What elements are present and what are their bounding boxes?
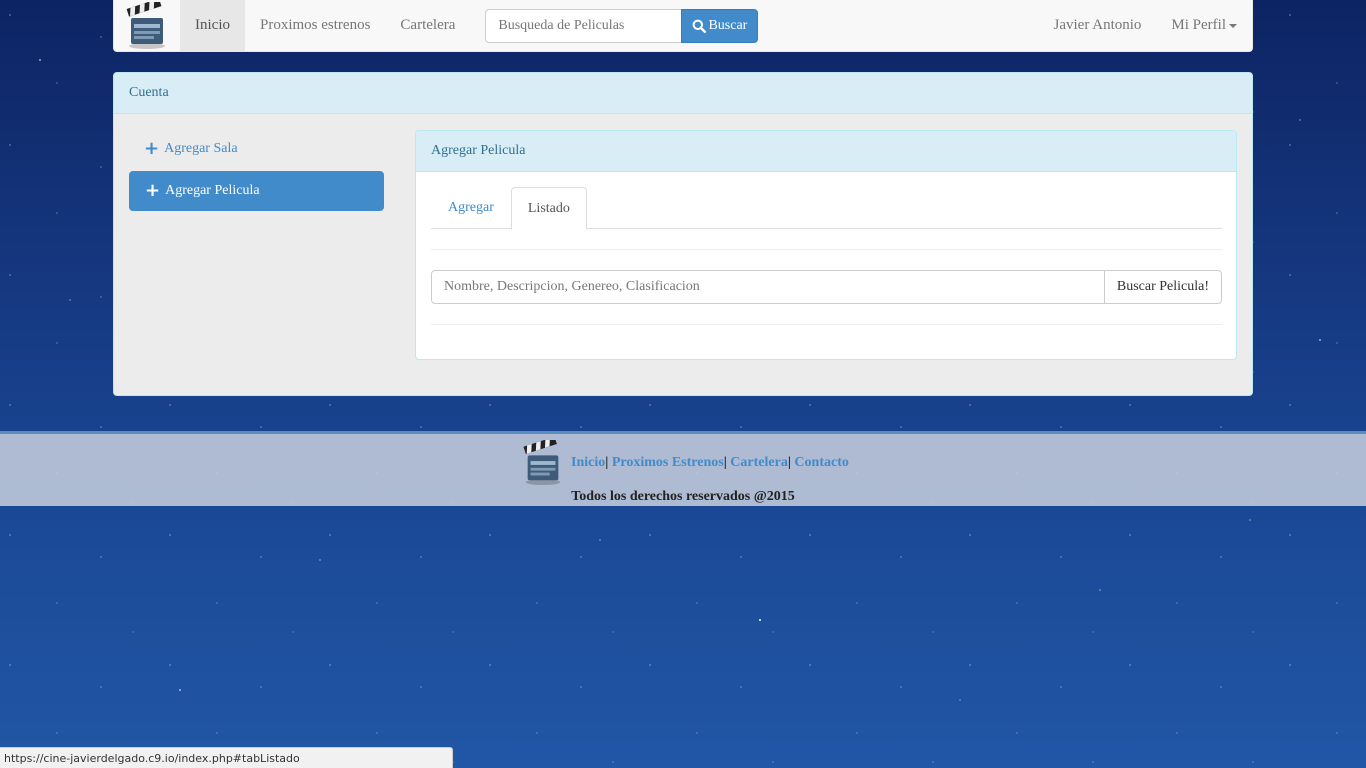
footer-link-inicio[interactable]: Inicio <box>571 455 605 471</box>
page-footer: Inicio | Proximos Estrenos | Cartelera |… <box>0 431 1366 506</box>
plus-icon: + <box>144 138 160 159</box>
browser-status-bar: https://cine-javierdelgado.c9.io/index.p… <box>0 747 453 768</box>
user-name-link[interactable]: Javier Antonio <box>1039 0 1157 51</box>
top-navbar: Inicio Proximos estrenos Cartelera Busca… <box>113 0 1253 52</box>
tab-listado[interactable]: Listado <box>510 187 587 230</box>
footer-separator: | <box>605 455 609 470</box>
clapperboard-icon <box>523 440 561 486</box>
copyright-text: Todos los derechos reservados @2015 <box>571 489 795 504</box>
sidebar-item-agregar-sala[interactable]: + Agregar Sala <box>129 129 384 169</box>
search-movie-button[interactable]: Buscar Pelicula! <box>1104 270 1222 304</box>
navbar-search-form: Buscar <box>485 8 759 43</box>
profile-dropdown[interactable]: Mi Perfil <box>1156 0 1252 51</box>
movie-list-search-input[interactable] <box>431 270 1105 304</box>
movie-tabs: Agregar Listado <box>431 187 1222 230</box>
sidebar-item-agregar-pelicula[interactable]: + Agregar Pelicula <box>129 171 384 211</box>
account-panel: Cuenta + Agregar Sala + Agregar Pelicula… <box>113 72 1253 396</box>
movie-search-input[interactable] <box>485 8 682 43</box>
search-icon <box>693 19 707 33</box>
profile-dropdown-label: Mi Perfil <box>1171 17 1226 33</box>
tab-agregar[interactable]: Agregar <box>431 187 511 229</box>
footer-separator: | <box>723 455 727 470</box>
plus-icon: + <box>145 180 161 201</box>
footer-link-proximos-estrenos[interactable]: Proximos Estrenos <box>612 455 724 471</box>
footer-link-contacto[interactable]: Contacto <box>794 455 848 471</box>
movie-panel: Agregar Pelicula Agregar Listado Buscar … <box>415 130 1237 360</box>
search-button[interactable]: Buscar <box>681 8 759 43</box>
clapperboard-icon <box>126 1 165 49</box>
account-panel-heading: Cuenta <box>114 73 1252 114</box>
footer-link-cartelera[interactable]: Cartelera <box>730 455 788 471</box>
nav-inicio[interactable]: Inicio <box>180 0 245 51</box>
brand-logo[interactable] <box>114 0 180 51</box>
divider <box>431 249 1222 250</box>
navbar-right: Javier Antonio Mi Perfil <box>1039 0 1253 51</box>
sidebar-item-label: Agregar Pelicula <box>165 183 260 198</box>
footer-separator: | <box>787 455 791 470</box>
movie-panel-heading: Agregar Pelicula <box>416 131 1236 172</box>
nav-cartelera[interactable]: Cartelera <box>385 0 470 51</box>
footer-links: Inicio | Proximos Estrenos | Cartelera |… <box>518 440 849 486</box>
divider <box>431 324 1222 325</box>
caret-down-icon <box>1229 23 1237 28</box>
movie-list-search-form: Buscar Pelicula! <box>431 270 1222 304</box>
nav-proximos-estrenos[interactable]: Proximos estrenos <box>245 0 385 51</box>
sidebar-item-label: Agregar Sala <box>164 141 238 156</box>
search-button-label: Buscar <box>708 17 748 33</box>
